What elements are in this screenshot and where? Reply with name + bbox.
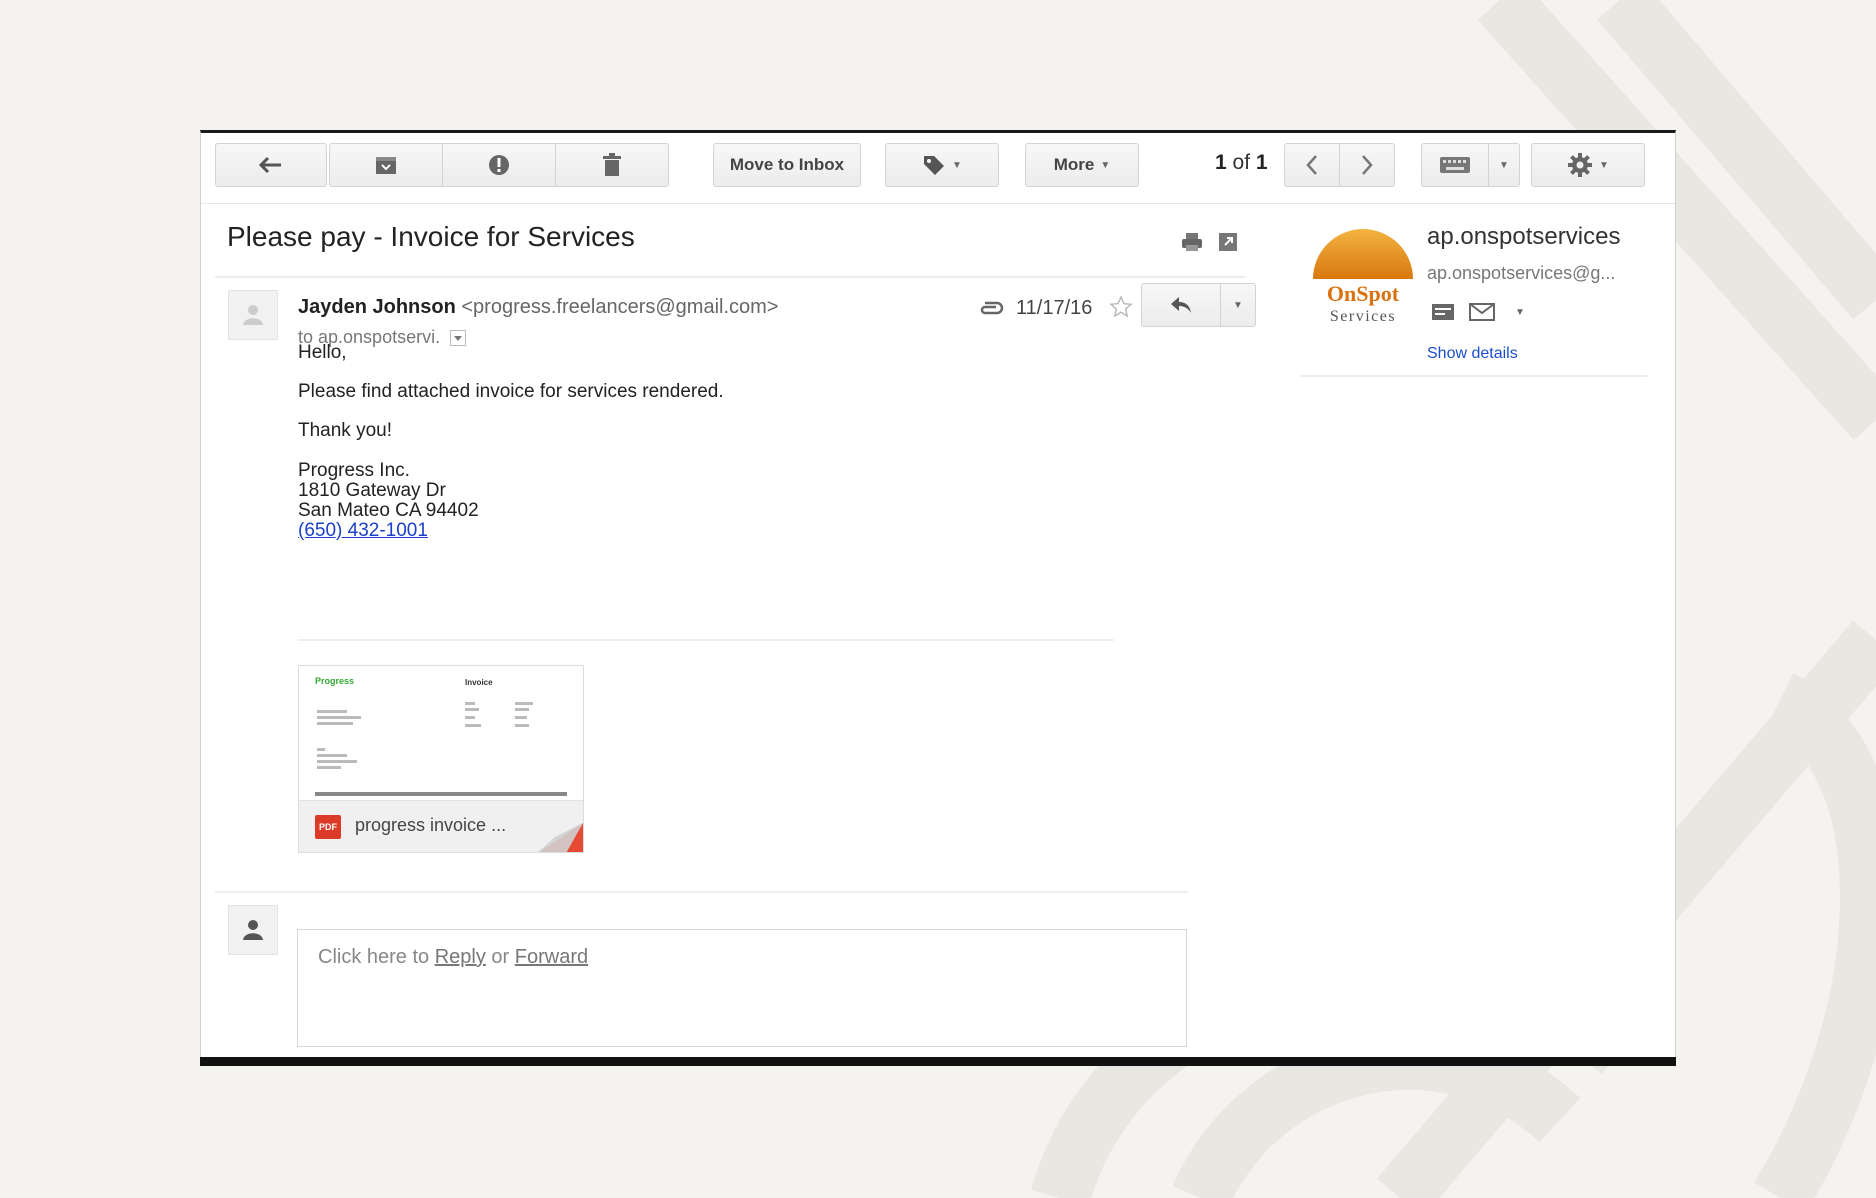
keyboard-icon	[1440, 157, 1470, 173]
tag-icon	[924, 156, 945, 175]
email-date: 11/17/16	[1016, 297, 1093, 319]
attachment-name: progress invoice ...	[355, 815, 507, 835]
divider	[215, 891, 1188, 893]
sender-email: <progress.freelancers@gmail.com>	[461, 296, 779, 318]
show-details-dropdown[interactable]	[450, 329, 467, 346]
input-tools-button[interactable]	[1421, 143, 1489, 187]
more-button[interactable]: More ▼	[1025, 143, 1139, 187]
chevron-down-icon: ▼	[1599, 159, 1609, 171]
chevron-right-icon	[1362, 155, 1373, 175]
sender-avatar	[228, 290, 278, 340]
more-actions-dropdown[interactable]: ▼	[1220, 283, 1256, 327]
my-avatar	[228, 905, 278, 955]
chevron-down-icon[interactable]: ▼	[1515, 307, 1525, 318]
chevron-down-icon: ▼	[952, 159, 962, 171]
back-arrow-icon	[258, 156, 281, 174]
person-icon	[243, 920, 263, 940]
move-to-inbox-label: Move to Inbox	[729, 155, 845, 174]
reply-button[interactable]	[1141, 283, 1221, 327]
onspot-logo: OnSpot Services	[1313, 229, 1413, 325]
email-window: Move to Inbox ▼ More ▼ 1 of 1 ▼ ▼ Please…	[200, 130, 1676, 1064]
contact-email: ap.onspotservices@g...	[1427, 263, 1616, 283]
chevron-down-icon: ▼	[1233, 299, 1243, 311]
archive-button[interactable]	[329, 143, 443, 187]
back-button[interactable]	[215, 143, 327, 187]
move-to-inbox-button[interactable]: Move to Inbox	[713, 143, 861, 187]
more-label: More	[1053, 155, 1095, 174]
toolbar: Move to Inbox ▼ More ▼ 1 of 1 ▼ ▼	[201, 133, 1675, 204]
spam-icon	[489, 155, 509, 175]
contact-name: ap.onspotservices	[1427, 223, 1621, 250]
person-icon	[243, 305, 263, 325]
divider	[298, 639, 1114, 641]
phone-link[interactable]: (650) 432-1001	[298, 519, 428, 543]
reply-icon	[1171, 297, 1191, 313]
star-icon[interactable]	[1109, 295, 1133, 319]
reply-box[interactable]: Click here to Reply or Forward	[297, 929, 1187, 1047]
sender-name[interactable]: Jayden Johnson	[298, 296, 456, 318]
labels-button[interactable]: ▼	[885, 143, 999, 187]
print-icon[interactable]	[1181, 231, 1203, 253]
newer-button[interactable]	[1284, 143, 1340, 187]
reply-prompt-or: or	[491, 946, 510, 968]
input-tools-dropdown[interactable]: ▼	[1488, 143, 1520, 187]
gear-icon	[1568, 153, 1593, 177]
older-button[interactable]	[1339, 143, 1395, 187]
reply-prompt-prefix: Click here to	[318, 946, 430, 968]
settings-button[interactable]: ▼	[1531, 143, 1645, 187]
email-subject: Please pay - Invoice for Services	[227, 221, 635, 252]
pager-of: of	[1232, 151, 1251, 174]
pdf-icon: PDF	[315, 815, 341, 839]
forward-link[interactable]: Forward	[515, 946, 588, 968]
reply-prompt: Click here to Reply or Forward	[318, 946, 588, 969]
divider	[1301, 375, 1647, 377]
chevron-left-icon	[1306, 155, 1317, 175]
page-curl-icon	[538, 823, 583, 852]
mail-icon[interactable]	[1469, 303, 1495, 321]
paperclip-icon	[980, 301, 1004, 315]
logo-line1: OnSpot	[1327, 281, 1400, 306]
reply-link[interactable]: Reply	[435, 946, 486, 968]
report-spam-button[interactable]	[442, 143, 556, 187]
chevron-down-icon: ▼	[1499, 159, 1509, 171]
chevron-down-icon: ▼	[1100, 159, 1111, 171]
trash-icon	[603, 153, 621, 176]
attachment-footer: PDF progress invoice ...	[299, 800, 583, 852]
invoice-preview	[315, 702, 567, 796]
pager-count: 1 of 1	[1215, 151, 1268, 175]
divider	[215, 276, 1245, 278]
window-bottom-edge	[200, 1057, 1676, 1066]
show-details-link[interactable]: Show details	[1427, 345, 1518, 363]
pager-total: 1	[1255, 151, 1268, 174]
new-window-icon[interactable]	[1217, 231, 1239, 253]
archive-icon	[376, 157, 396, 174]
contact-actions: ▼	[1431, 303, 1525, 321]
delete-button[interactable]	[555, 143, 669, 187]
attachment-card[interactable]: Progress Invoice PDF progress invoice ..…	[298, 665, 584, 853]
body-greeting: Hello,	[298, 342, 347, 363]
body-thanks: Thank you!	[298, 420, 392, 441]
logo-line2: Services	[1330, 308, 1396, 325]
attachment-thumbnail: Progress Invoice	[299, 666, 583, 800]
body-line: Please find attached invoice for service…	[298, 381, 724, 402]
pager-current: 1	[1215, 151, 1227, 174]
sender-line: Jayden Johnson <progress.freelancers@gma…	[298, 296, 778, 319]
contact-card-icon[interactable]	[1431, 303, 1455, 321]
